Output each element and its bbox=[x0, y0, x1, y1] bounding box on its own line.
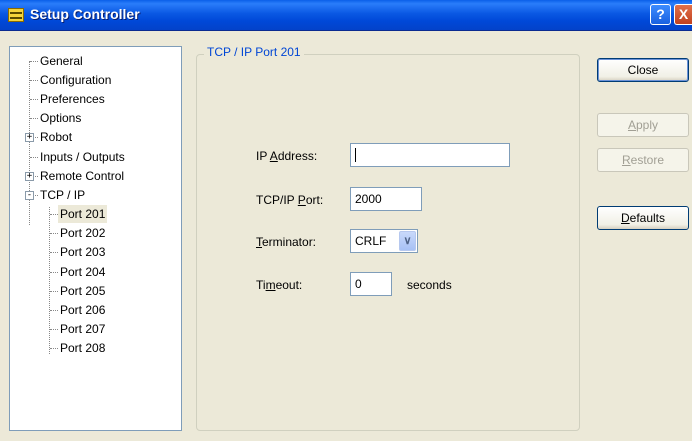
terminator-value: CRLF bbox=[355, 234, 387, 248]
tree-item-port-204[interactable]: Port 204 bbox=[60, 263, 105, 281]
mnemonic: P bbox=[297, 193, 306, 207]
tree-item-preferences[interactable]: Preferences bbox=[40, 90, 105, 108]
tree-connector bbox=[30, 61, 38, 62]
timeout-label: Timeout: bbox=[256, 278, 302, 292]
timeout-unit: seconds bbox=[407, 278, 452, 292]
mnemonic: A bbox=[627, 118, 636, 132]
ip-address-label: IP Address: bbox=[256, 149, 317, 163]
settings-tree[interactable]: General Configuration Preferences Option… bbox=[9, 46, 182, 431]
tree-item-port-207[interactable]: Port 207 bbox=[60, 320, 105, 338]
tree-connector bbox=[50, 272, 58, 273]
close-window-button[interactable]: X bbox=[674, 4, 692, 25]
apply-button[interactable]: Apply bbox=[597, 113, 689, 137]
tree-item-general[interactable]: General bbox=[40, 52, 83, 70]
label-text: Ti bbox=[256, 278, 266, 292]
tree-item-inputs-outputs[interactable]: Inputs / Outputs bbox=[40, 148, 125, 166]
timeout-field[interactable]: 0 bbox=[350, 272, 392, 296]
tree-connector bbox=[50, 252, 58, 253]
label-text: TCP/IP bbox=[256, 193, 298, 207]
tree-item-port-202[interactable]: Port 202 bbox=[60, 224, 105, 242]
tree-item-tcp-ip[interactable]: TCP / IP bbox=[40, 186, 85, 204]
tree-item-port-205[interactable]: Port 205 bbox=[60, 282, 105, 300]
close-button[interactable]: Close bbox=[597, 58, 689, 82]
tree-connector bbox=[50, 214, 58, 215]
tree-connector bbox=[50, 291, 58, 292]
tree-connector bbox=[50, 310, 58, 311]
label-text: ddress: bbox=[277, 149, 318, 163]
tree-connector bbox=[50, 329, 58, 330]
tree-item-port-203[interactable]: Port 203 bbox=[60, 243, 105, 261]
group-title: TCP / IP Port 201 bbox=[204, 45, 304, 59]
ip-address-field[interactable] bbox=[350, 143, 510, 167]
label-text: ort: bbox=[305, 193, 324, 207]
tree-connector bbox=[30, 99, 38, 100]
mnemonic: A bbox=[269, 149, 278, 163]
tree-connector bbox=[30, 118, 38, 119]
expand-icon[interactable]: + bbox=[25, 172, 34, 181]
text-caret bbox=[355, 148, 356, 162]
tree-connector bbox=[49, 207, 50, 354]
collapse-icon[interactable]: - bbox=[25, 191, 34, 200]
tree-item-options[interactable]: Options bbox=[40, 109, 81, 127]
terminator-label: Terminator: bbox=[256, 235, 316, 249]
tree-item-robot[interactable]: Robot bbox=[40, 128, 72, 146]
label-text: erminator: bbox=[262, 235, 317, 249]
tree-connector bbox=[50, 348, 58, 349]
button-label: estore bbox=[630, 153, 665, 167]
terminator-select[interactable]: CRLF ∨ bbox=[350, 229, 418, 253]
tree-item-remote-control[interactable]: Remote Control bbox=[40, 167, 124, 185]
tcp-port-label: TCP/IP Port: bbox=[256, 193, 323, 207]
tree-connector bbox=[30, 157, 38, 158]
mnemonic: m bbox=[265, 278, 276, 292]
tree-item-configuration[interactable]: Configuration bbox=[40, 71, 111, 89]
tree-connector bbox=[30, 80, 38, 81]
help-button[interactable]: ? bbox=[650, 4, 671, 25]
button-label: pply bbox=[636, 118, 659, 132]
tree-item-port-201[interactable]: Port 201 bbox=[58, 205, 108, 223]
app-icon bbox=[8, 8, 24, 22]
mnemonic: D bbox=[620, 211, 630, 225]
window-title: Setup Controller bbox=[30, 6, 140, 22]
restore-button[interactable]: Restore bbox=[597, 148, 689, 172]
tree-item-port-208[interactable]: Port 208 bbox=[60, 339, 105, 357]
title-bar[interactable]: Setup Controller ? X bbox=[0, 0, 692, 31]
label-text: eout: bbox=[275, 278, 303, 292]
expand-icon[interactable]: + bbox=[25, 133, 34, 142]
tree-connector bbox=[29, 61, 30, 225]
tcp-port-field[interactable]: 2000 bbox=[350, 187, 422, 211]
mnemonic: R bbox=[621, 153, 631, 167]
tree-item-port-206[interactable]: Port 206 bbox=[60, 301, 105, 319]
label-text: IP bbox=[256, 149, 270, 163]
defaults-button[interactable]: Defaults bbox=[597, 206, 689, 230]
chevron-down-icon[interactable]: ∨ bbox=[399, 231, 416, 251]
tree-connector bbox=[50, 233, 58, 234]
button-label: efaults bbox=[629, 211, 666, 225]
